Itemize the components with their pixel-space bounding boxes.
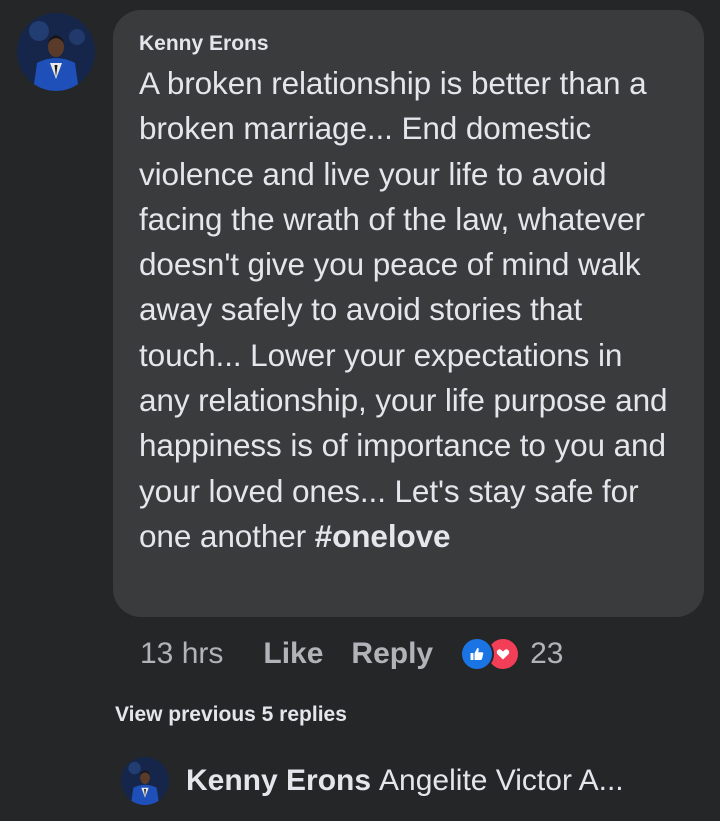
profile-photo-icon: [17, 13, 95, 91]
comment-body: A broken relationship is better than a b…: [139, 65, 668, 554]
view-previous-replies-link[interactable]: View previous 5 replies: [115, 703, 347, 727]
reaction-count: 23: [530, 637, 564, 670]
author-avatar[interactable]: [17, 13, 95, 91]
reactions-summary[interactable]: 23: [460, 637, 564, 671]
comment-actions: 13 hrs Like Reply 23: [140, 632, 564, 676]
reply-author-avatar[interactable]: [121, 757, 169, 805]
reply-snippet: Angelite Victor A...: [379, 764, 624, 797]
comment-text: A broken relationship is better than a b…: [139, 61, 680, 559]
reply-button[interactable]: Reply: [351, 637, 433, 671]
like-icon: [460, 637, 495, 671]
comment-bubble: Kenny Erons A broken relationship is bet…: [113, 10, 704, 617]
hashtag-link[interactable]: #onelove: [315, 518, 451, 554]
profile-photo-icon: [121, 757, 169, 805]
like-button[interactable]: Like: [263, 637, 323, 671]
reply-author[interactable]: Kenny Erons: [186, 764, 371, 797]
comment-timestamp[interactable]: 13 hrs: [140, 637, 223, 671]
comment-author[interactable]: Kenny Erons: [139, 31, 680, 57]
reply-preview[interactable]: Kenny Erons Angelite Victor A...: [186, 764, 624, 798]
